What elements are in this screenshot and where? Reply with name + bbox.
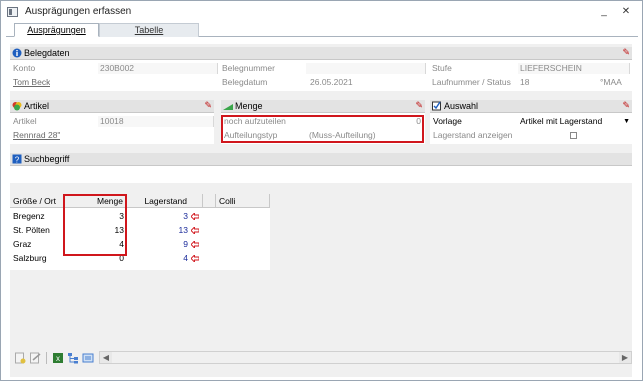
tab-label: Ausprägungen <box>27 25 86 35</box>
dialog-window: Ausprägungen erfassen _ ✕ Ausprägungen T… <box>0 0 643 381</box>
suchbegriff-input[interactable] <box>10 167 632 182</box>
belegdatum-value[interactable]: 26.05.2021 <box>310 77 353 88</box>
belegdaten-row: Konto 230B002 Belegnummer Stufe LIEFERSC… <box>10 63 632 74</box>
column-header-lagerstand[interactable]: Lagerstand <box>127 194 203 208</box>
arrow-left-icon[interactable] <box>191 213 199 220</box>
artikel-name-link[interactable]: Rennrad 28" <box>13 130 60 141</box>
artikel-value[interactable]: 10018 <box>98 116 214 127</box>
ort-cell: Graz <box>13 239 32 249</box>
arrow-left-icon[interactable] <box>191 241 199 248</box>
info-icon <box>12 48 22 58</box>
vorlage-label: Vorlage <box>433 116 462 126</box>
belegnummer-value[interactable] <box>306 63 426 74</box>
help-icon: ? <box>12 154 22 164</box>
toolbar-divider <box>46 352 47 364</box>
column-header-blank <box>203 194 216 208</box>
pin-icon[interactable]: ✎ <box>622 47 630 58</box>
pin-icon[interactable]: ✎ <box>204 100 212 111</box>
panel-header: Auswahl ✎ <box>430 100 632 113</box>
pin-icon[interactable]: ✎ <box>415 100 423 111</box>
column-header-colli[interactable]: Colli <box>216 194 270 208</box>
artikel-panel: Artikel ✎ Artikel 10018 Rennrad 28" <box>10 100 214 144</box>
auswahl-icon <box>432 101 441 111</box>
ort-cell: St. Pölten <box>13 225 50 235</box>
excel-icon[interactable]: x <box>52 352 64 364</box>
horizontal-scrollbar[interactable]: ◀ ▶ <box>99 351 632 364</box>
svg-text:x: x <box>56 354 60 363</box>
new-document-icon[interactable] <box>14 352 26 364</box>
lagerstand-cell: 3 <box>183 211 188 221</box>
panel-header: Menge ✎ <box>221 100 425 113</box>
panel-header: Artikel ✎ <box>10 100 214 113</box>
table-row[interactable]: Graz 4 9 <box>10 238 270 251</box>
belegdaten-row: Tom Beck Belegdatum 26.05.2021 Laufnumme… <box>10 77 632 88</box>
content-area: Belegdaten ✎ Konto 230B002 Belegnummer S… <box>10 44 632 377</box>
stufe-value[interactable]: LIEFERSCHEIN <box>518 63 630 74</box>
auswahl-panel: Auswahl ✎ Vorlage Artikel mit Lagerstand… <box>430 100 632 144</box>
panel-header: Belegdaten ✎ <box>10 47 632 60</box>
auswahl-row: Lagerstand anzeigen <box>430 130 632 141</box>
status-value: °MAA <box>600 77 622 87</box>
panel-header: ? Suchbegriff <box>10 153 632 166</box>
app-icon <box>7 7 18 17</box>
table-row[interactable]: St. Pölten 13 13 <box>10 224 270 237</box>
table-row[interactable]: Bregenz 3 3 <box>10 210 270 223</box>
artikel-label: Artikel <box>13 116 37 126</box>
highlight-box <box>63 194 127 256</box>
minimize-button[interactable]: _ <box>597 5 611 19</box>
panel-title: Menge <box>235 101 263 111</box>
panel-title: Artikel <box>24 101 50 111</box>
vorlage-select[interactable]: Artikel mit Lagerstand <box>520 116 620 127</box>
belegnummer-label: Belegnummer <box>222 63 275 73</box>
lagerstand-checkbox[interactable] <box>570 132 577 139</box>
arrow-left-icon[interactable] <box>191 255 199 262</box>
tab-strip: Ausprägungen Tabelle <box>6 23 638 37</box>
lagerstand-cell: 13 <box>178 225 188 235</box>
notes-icon[interactable] <box>82 352 94 364</box>
belegdaten-panel: Belegdaten ✎ Konto 230B002 Belegnummer S… <box>10 47 632 91</box>
panel-title: Suchbegriff <box>24 154 70 164</box>
tab-auspraegungen[interactable]: Ausprägungen <box>14 23 99 37</box>
ort-cell: Salzburg <box>13 253 47 263</box>
auswahl-row: Vorlage Artikel mit Lagerstand ▼ <box>430 116 632 127</box>
column-header-ort[interactable]: Größe / Ort <box>10 194 64 208</box>
lagerstand-anzeigen-label: Lagerstand anzeigen <box>433 130 513 140</box>
auspraegungen-grid: Größe / Ort Menge Lagerstand Colli Brege… <box>10 194 270 270</box>
scroll-left-icon[interactable]: ◀ <box>100 352 112 363</box>
lagerstand-cell: 9 <box>183 239 188 249</box>
suchbegriff-panel: ? Suchbegriff <box>10 153 632 183</box>
belegdatum-label: Belegdatum <box>222 77 268 87</box>
tab-tabelle[interactable]: Tabelle <box>99 23 199 37</box>
artikel-row: Artikel 10018 <box>10 116 214 127</box>
tab-label: Tabelle <box>134 25 164 35</box>
chevron-down-icon[interactable]: ▼ <box>623 116 630 127</box>
table-row[interactable]: Salzburg 0 4 <box>10 252 270 265</box>
panel-title: Belegdaten <box>24 48 70 58</box>
lagerstand-cell: 4 <box>183 253 188 263</box>
close-button[interactable]: ✕ <box>619 5 633 19</box>
scroll-right-icon[interactable]: ▶ <box>619 352 631 363</box>
konto-value[interactable]: 230B002 <box>98 63 218 74</box>
ort-cell: Bregenz <box>13 211 45 221</box>
artikel-icon <box>12 102 22 111</box>
pin-icon[interactable]: ✎ <box>622 100 630 111</box>
stufe-label: Stufe <box>432 63 452 73</box>
panel-title: Auswahl <box>444 101 479 111</box>
tree-structure-icon[interactable] <box>67 352 79 364</box>
svg-text:?: ? <box>15 155 20 164</box>
kunde-link[interactable]: Tom Beck <box>13 77 50 88</box>
menge-icon <box>223 104 233 110</box>
konto-label: Konto <box>13 63 36 73</box>
highlight-box <box>221 115 424 143</box>
arrow-left-icon[interactable] <box>191 227 199 234</box>
title-bar: Ausprägungen erfassen _ ✕ <box>1 1 642 23</box>
edit-document-icon[interactable] <box>29 352 41 364</box>
artikel-row: Rennrad 28" <box>10 130 214 141</box>
window-title: Ausprägungen erfassen <box>25 6 132 17</box>
laufnummer-value[interactable]: 18 <box>520 77 529 88</box>
laufnummer-label: Laufnummer / Status <box>432 77 511 87</box>
